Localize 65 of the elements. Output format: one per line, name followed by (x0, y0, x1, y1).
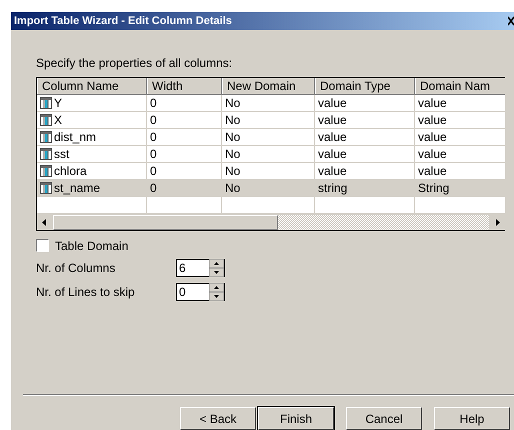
table-row[interactable]: dist_nm 0 No value value (37, 128, 505, 146)
window-title: Import Table Wizard - Edit Column Details (14, 14, 232, 27)
spinner-field[interactable]: 6 (176, 258, 225, 277)
field-label: Nr. of Lines to skip (36, 284, 136, 299)
table-cell: 0 (150, 112, 157, 127)
field-label: Nr. of Columns (36, 260, 116, 275)
column-header[interactable]: Column Name (37, 78, 147, 94)
table-cell: No (225, 180, 240, 195)
table-cell: sst (54, 146, 70, 161)
horizontal-scrollbar[interactable] (37, 214, 505, 230)
checkbox[interactable] (36, 239, 49, 252)
instruction-text: Specify the properties of all columns: (36, 56, 234, 70)
table-cell: String (418, 180, 450, 195)
table-cell: value (318, 146, 347, 161)
close-icon[interactable] (508, 16, 514, 26)
table-cell: value (318, 130, 347, 144)
dialog-button[interactable]: Cancel (346, 407, 422, 430)
table-cell: value (418, 146, 447, 161)
table-cell: 0 (150, 96, 157, 110)
table-cell: 0 (150, 164, 157, 178)
table-cell: chlora (54, 164, 87, 178)
column-icon (40, 148, 52, 160)
table-cell: X (54, 112, 62, 127)
column-header[interactable]: Domain Nam (415, 78, 505, 94)
table-cell: value (318, 96, 347, 110)
table-cell: Y (54, 96, 62, 110)
column-header[interactable]: Width (147, 78, 222, 94)
column-icon (40, 114, 52, 126)
table-cell: 0 (150, 180, 157, 195)
table-cell: value (318, 112, 347, 127)
column-icon (40, 182, 52, 194)
spin-arrows-icon[interactable] (209, 282, 224, 301)
column-icon (40, 96, 52, 109)
table-cell: value (418, 130, 447, 144)
table-cell: value (418, 164, 447, 178)
table-row[interactable]: sst 0 No value value (37, 146, 505, 163)
table-row[interactable]: st_name 0 No string String (37, 180, 505, 197)
table-cell: value (418, 96, 447, 110)
table-row[interactable]: Y 0 No value value (37, 94, 505, 112)
spinner-field[interactable]: 0 (176, 282, 225, 301)
table-cell: 0 (150, 146, 157, 161)
table-cell: dist_nm (54, 130, 96, 144)
column-header[interactable]: New Domain (222, 78, 315, 94)
dialog-button[interactable]: Finish (258, 407, 334, 430)
checkbox-label: Table Domain (55, 238, 128, 253)
table-cell: st_name (54, 180, 100, 195)
table-cell: value (318, 164, 347, 178)
table-cell: value (418, 112, 447, 127)
table-cell: No (225, 146, 240, 161)
spin-arrows-icon[interactable] (209, 258, 224, 277)
table-cell: string (318, 180, 348, 195)
table-cell: No (225, 112, 240, 127)
table-row[interactable]: X 0 No value value (37, 112, 505, 129)
dialog-button[interactable]: < Back (180, 407, 256, 430)
table-cell: No (225, 164, 240, 178)
column-icon (40, 164, 52, 177)
column-header[interactable]: Domain Type (315, 78, 415, 94)
dialog-button[interactable]: Help (434, 407, 510, 430)
scroll-left-icon[interactable] (37, 214, 53, 230)
table-cell: No (225, 96, 240, 110)
table-cell: No (225, 130, 240, 144)
scroll-thumb[interactable] (53, 214, 278, 230)
table-cell: 0 (150, 130, 157, 144)
scroll-right-icon[interactable] (489, 214, 505, 230)
column-icon (40, 130, 52, 143)
